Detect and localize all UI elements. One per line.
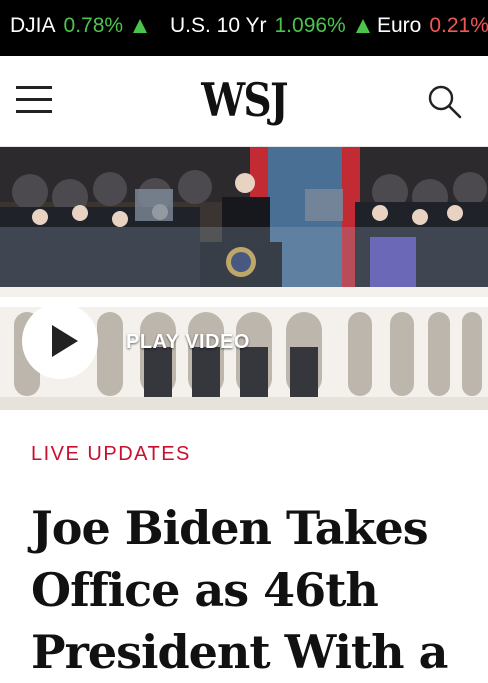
ticker-value: 0.78% <box>63 14 124 37</box>
search-icon[interactable] <box>424 82 464 122</box>
play-icon[interactable] <box>22 303 98 379</box>
ticker-item-djia[interactable]: DJIA 0.78% <box>10 13 148 39</box>
ticker-name: U.S. 10 Yr <box>170 14 267 37</box>
ticker-name: DJIA <box>10 14 56 37</box>
ticker-name: Euro <box>377 14 422 37</box>
article-headline[interactable]: Joe Biden Takes Office as 46th President… <box>31 497 471 683</box>
hero-video[interactable]: PLAY VIDEO <box>0 147 488 410</box>
ticker-item-euro[interactable]: Euro 0.21% <box>377 13 488 39</box>
ticker-value: 1.096% <box>274 14 346 37</box>
market-ticker: DJIA 0.78% U.S. 10 Yr 1.096% Euro 0.21% <box>0 0 488 56</box>
headline-line: Joe Biden Takes <box>31 501 429 555</box>
arrow-up-icon <box>133 19 148 33</box>
live-updates-kicker[interactable]: LIVE UPDATES <box>31 443 191 466</box>
headline-line: Office as 46th <box>31 563 379 617</box>
ticker-item-us10yr[interactable]: U.S. 10 Yr 1.096% <box>170 13 370 39</box>
ticker-value: 0.21% <box>429 14 488 37</box>
arrow-up-icon <box>355 19 370 33</box>
play-video-label[interactable]: PLAY VIDEO <box>126 331 250 354</box>
site-header: WSJ <box>0 56 488 147</box>
headline-line: President With a <box>31 625 448 679</box>
wsj-logo[interactable]: WSJ <box>37 73 452 127</box>
